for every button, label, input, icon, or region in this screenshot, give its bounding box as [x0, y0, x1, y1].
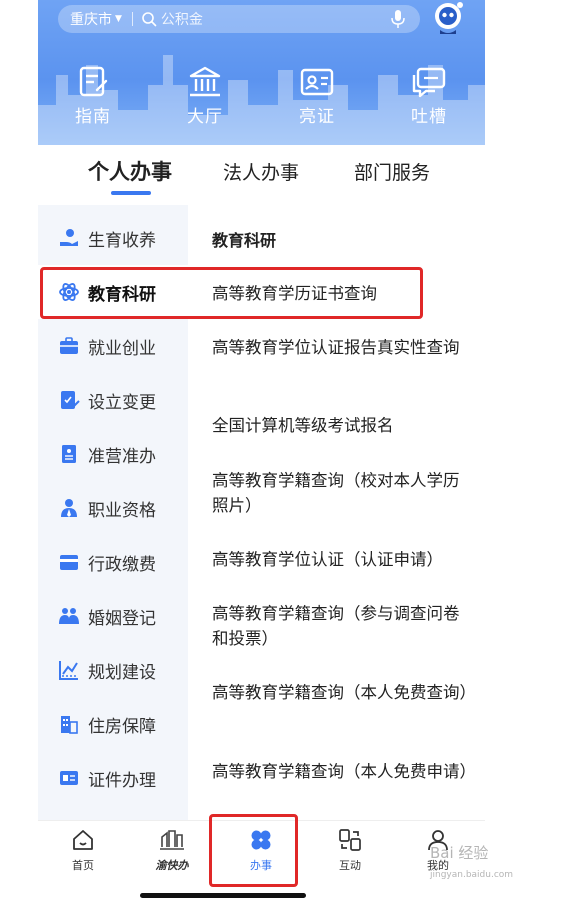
quick-link-label: 吐槽 [411, 107, 447, 127]
nav-label: 渝快办 [155, 859, 189, 872]
home-indicator [140, 893, 306, 898]
bottom-navigation: 首页 渝快办 办事 互动 我的 [38, 820, 485, 900]
edit-doc-icon [61, 391, 80, 409]
sidebar-item-education-research[interactable]: 教育科研 [38, 265, 188, 319]
sidebar-item-label: 婚姻登记 [88, 608, 156, 629]
sidebar-item-establish-change[interactable]: 设立变更 [38, 373, 188, 427]
tab-department[interactable]: 部门服务 [354, 158, 430, 185]
quick-link-label: 大厅 [187, 107, 223, 127]
sidebar-item-housing-security[interactable]: 住房保障 [38, 697, 188, 751]
sidebar-item-employment[interactable]: 就业创业 [38, 319, 188, 373]
home-icon [73, 830, 93, 850]
nav-label: 办事 [250, 859, 272, 872]
sidebar-item-marriage-registration[interactable]: 婚姻登记 [38, 589, 188, 643]
tab-personal[interactable]: 个人办事 [88, 156, 172, 186]
sidebar-item-label: 生育收养 [88, 230, 156, 251]
sidebar-item-label: 证件办理 [88, 770, 156, 791]
atom-icon [59, 283, 79, 301]
nav-services[interactable]: 办事 [231, 827, 291, 873]
service-item[interactable]: 高等教育学籍查询（本人免费查询） [212, 680, 476, 705]
robot-assistant-icon[interactable] [430, 0, 466, 36]
quick-link-feedback[interactable]: 吐槽 [394, 66, 464, 127]
phone-screen: 重庆市 ▼ 公积金 指南 大厅 亮证 吐槽 个人办事 法人办事 部门服务 生育收… [38, 0, 485, 900]
sidebar-item-planning-construction[interactable]: 规划建设 [38, 643, 188, 697]
quick-link-guide[interactable]: 指南 [58, 66, 128, 127]
sidebar-item-birth-adoption[interactable]: 生育收养 [38, 211, 188, 265]
tab-corporate[interactable]: 法人办事 [223, 158, 299, 185]
service-item[interactable]: 高等教育学位认证（认证申请） [212, 547, 472, 572]
active-tab-indicator [111, 191, 151, 195]
service-item[interactable]: 高等教育学位认证报告真实性查询 [212, 335, 472, 360]
grid-clover-icon [251, 830, 271, 850]
category-sidebar: 生育收养 教育科研 就业创业 设立变更 准营准办 职业资格 行政缴费 婚姻登记 … [38, 205, 188, 820]
sidebar-item-administrative-fees[interactable]: 行政缴费 [38, 535, 188, 589]
caret-down-icon: ▼ [115, 14, 122, 24]
interact-icon [339, 829, 361, 851]
category-title: 教育科研 [212, 231, 277, 250]
quick-links: 指南 大厅 亮证 吐槽 [38, 66, 485, 130]
sidebar-item-label: 职业资格 [88, 500, 156, 521]
sidebar-item-label: 规划建设 [88, 662, 156, 683]
quick-link-label: 指南 [75, 107, 111, 127]
quick-link-show-id[interactable]: 亮证 [282, 66, 352, 127]
card-icon [60, 771, 78, 785]
service-item[interactable]: 高等教育学历证书查询 [212, 281, 472, 306]
feedback-icon [412, 67, 446, 98]
hall-icon [189, 66, 221, 97]
sidebar-item-label: 住房保障 [88, 716, 156, 737]
microphone-icon[interactable] [390, 9, 406, 29]
baidu-watermark: Bai 经验 [430, 844, 489, 862]
city-selector[interactable]: 重庆市 ▼ [70, 9, 122, 29]
divider [131, 12, 133, 26]
search-icon [142, 12, 157, 27]
id-card-icon [300, 68, 334, 96]
sidebar-item-professional-qualification[interactable]: 职业资格 [38, 481, 188, 535]
nav-yukuaiban[interactable]: 渝快办 [142, 827, 202, 873]
nav-label: 互动 [339, 859, 361, 872]
service-item[interactable]: 全国计算机等级考试报名 [212, 413, 472, 438]
wallet-icon [60, 555, 78, 570]
service-item[interactable]: 高等教育学籍查询（参与调查问卷和投票） [212, 601, 472, 651]
service-list-panel: 教育科研 高等教育学历证书查询 高等教育学位认证报告真实性查询 全国计算机等级考… [188, 205, 485, 820]
service-item[interactable]: 高等教育学籍查询（校对本人学历照片） [212, 468, 472, 518]
hand-heart-icon [60, 229, 78, 246]
nav-label: 首页 [72, 859, 94, 872]
yukuaiban-logo-icon [160, 830, 184, 850]
nav-home[interactable]: 首页 [53, 827, 113, 873]
sidebar-item-label: 准营准办 [88, 446, 156, 467]
service-item[interactable]: 高等教育学籍查询（本人免费申请） [212, 759, 476, 784]
blueprint-icon [59, 661, 78, 680]
building-icon [61, 716, 78, 734]
watermark-url: jingyan.baidu.com [430, 870, 514, 880]
sidebar-item-label: 行政缴费 [88, 554, 156, 575]
sidebar-item-label: 教育科研 [88, 284, 156, 305]
couple-icon [59, 608, 79, 624]
city-label: 重庆市 [70, 12, 112, 28]
quick-link-label: 亮证 [299, 107, 335, 127]
sidebar-item-operating-permit[interactable]: 准营准办 [38, 427, 188, 481]
header-banner: 重庆市 ▼ 公积金 指南 大厅 亮证 吐槽 [38, 0, 485, 145]
license-icon [62, 445, 76, 463]
sidebar-item-certificate-handling[interactable]: 证件办理 [38, 751, 188, 805]
sidebar-item-label: 设立变更 [88, 392, 156, 413]
quick-link-hall[interactable]: 大厅 [170, 66, 240, 127]
search-bar[interactable]: 重庆市 ▼ 公积金 [58, 5, 420, 33]
guide-icon [79, 66, 108, 97]
briefcase-icon [60, 337, 78, 354]
nav-interact[interactable]: 互动 [320, 827, 380, 873]
person-badge-icon [61, 499, 77, 517]
service-tabs: 个人办事 法人办事 部门服务 [38, 145, 485, 205]
sidebar-item-label: 就业创业 [88, 338, 156, 359]
search-input[interactable]: 公积金 [161, 9, 390, 29]
